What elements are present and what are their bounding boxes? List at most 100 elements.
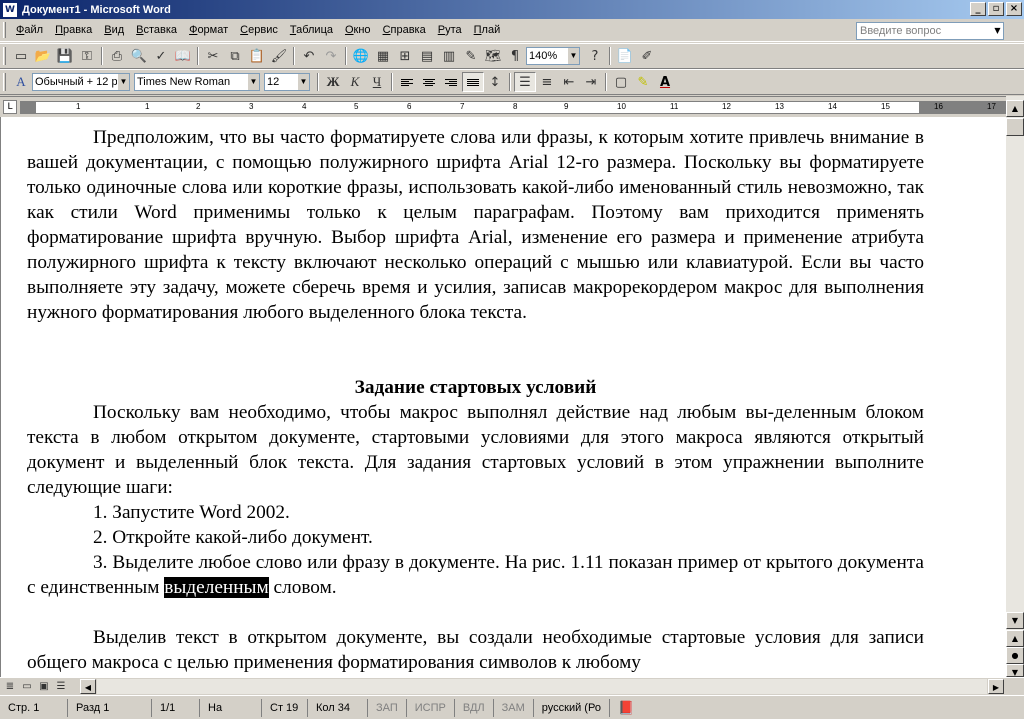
chevron-down-icon[interactable]: ▼ — [992, 23, 1003, 39]
align-center-icon[interactable] — [418, 72, 440, 92]
list-item[interactable]: 2. Откройте какой-либо документ. — [27, 525, 924, 550]
scroll-up-icon[interactable]: ▲ — [1006, 100, 1024, 117]
italic-button[interactable]: К — [344, 72, 366, 92]
menu-tools[interactable]: Сервис — [234, 22, 284, 38]
toolbar-options-icon[interactable]: ✐ — [636, 46, 658, 66]
menu-table[interactable]: Таблица — [284, 22, 339, 38]
status-extend[interactable]: ВДЛ — [455, 698, 494, 717]
tables-borders-icon[interactable]: ▦ — [372, 46, 394, 66]
chevron-down-icon[interactable]: ▼ — [297, 74, 309, 90]
menu-file[interactable]: Файл — [10, 22, 49, 38]
help-question-input[interactable]: Введите вопрос — [856, 22, 1004, 40]
print-layout-icon[interactable]: ▣ — [36, 679, 52, 693]
font-size-select[interactable]: 12 ▼ — [264, 73, 310, 91]
decrease-indent-icon[interactable]: ⇤ — [558, 72, 580, 92]
help-icon[interactable]: ? — [584, 46, 606, 66]
align-right-icon[interactable] — [440, 72, 462, 92]
paste-icon[interactable]: 📋 — [246, 46, 268, 66]
status-track[interactable]: ИСПР — [407, 698, 455, 717]
numbering-icon[interactable]: ☰ — [514, 72, 536, 92]
redo-icon[interactable]: ↷ — [320, 46, 342, 66]
menu-insert[interactable]: Вставка — [130, 22, 183, 38]
outline-view-icon[interactable]: ☰ — [53, 679, 69, 693]
spelling-icon[interactable]: ✓ — [150, 46, 172, 66]
print-preview-icon[interactable]: 🔍 — [128, 46, 150, 66]
reviewing-icon[interactable]: 📄 — [614, 46, 636, 66]
research-icon[interactable]: 📖 — [172, 46, 194, 66]
maximize-button[interactable]: ▫ — [988, 2, 1004, 16]
title-bar[interactable]: W Документ1 - Microsoft Word _ ▫ × — [0, 0, 1024, 19]
zoom-select[interactable]: 140% ▼ — [526, 47, 580, 65]
justify-icon[interactable] — [462, 72, 484, 92]
print-icon[interactable]: ⎙ — [106, 46, 128, 66]
align-left-icon[interactable] — [396, 72, 418, 92]
drawing-icon[interactable]: ✎ — [460, 46, 482, 66]
new-document-icon[interactable]: ▭ — [10, 46, 32, 66]
list-item[interactable]: 1. Запустите Word 2002. — [27, 500, 924, 525]
word-app-icon[interactable]: W — [3, 2, 17, 17]
chevron-down-icon[interactable]: ▼ — [247, 74, 259, 90]
browse-object-icon[interactable]: ● — [1006, 647, 1024, 664]
scroll-left-icon[interactable]: ◀ — [80, 679, 96, 694]
show-hide-icon[interactable]: ¶ — [504, 46, 526, 66]
underline-button[interactable]: Ч — [366, 72, 388, 92]
paragraph-2[interactable]: Поскольку вам необходимо, чтобы макрос в… — [27, 400, 924, 500]
styles-pane-icon[interactable]: A — [10, 72, 32, 92]
menu-view[interactable]: Вид — [98, 22, 130, 38]
paragraph-1[interactable]: Предположим, что вы часто форматируете с… — [27, 125, 924, 325]
open-folder-icon[interactable]: 📂 — [32, 46, 54, 66]
font-color-icon[interactable]: A — [654, 72, 676, 92]
menu-edit[interactable]: Правка — [49, 22, 98, 38]
cut-icon[interactable]: ✂ — [202, 46, 224, 66]
line-spacing-icon[interactable]: ↕ — [484, 72, 506, 92]
close-button[interactable]: × — [1006, 2, 1022, 16]
menu-format[interactable]: Формат — [183, 22, 234, 38]
copy-icon[interactable]: ⧉ — [224, 46, 246, 66]
section-heading[interactable]: Задание стартовых условий — [27, 375, 924, 400]
tab-selector[interactable]: L — [3, 100, 17, 114]
insert-table-icon[interactable]: ⊞ — [394, 46, 416, 66]
document-map-icon[interactable]: 🗺 — [482, 46, 504, 66]
menu-help[interactable]: Справка — [377, 22, 432, 38]
scroll-right-icon[interactable]: ▶ — [988, 679, 1004, 694]
borders-icon[interactable]: ▢ — [610, 72, 632, 92]
toolbar-grip[interactable] — [3, 47, 6, 65]
list-item-3[interactable]: 3. Выделите любое слово или фразу в доку… — [27, 550, 924, 600]
paragraph-3[interactable]: Выделив текст в открытом документе, вы с… — [27, 625, 924, 675]
document-area[interactable]: Предположим, что вы часто форматируете с… — [0, 117, 1006, 677]
status-rec[interactable]: ЗАП — [368, 698, 407, 717]
increase-indent-icon[interactable]: ⇥ — [580, 72, 602, 92]
chevron-down-icon[interactable]: ▼ — [567, 48, 579, 64]
bullets-icon[interactable]: ≡ — [536, 72, 558, 92]
horizontal-ruler[interactable]: L 1 1 2 3 4 5 6 7 8 9 10 11 12 13 14 15 … — [0, 96, 1024, 116]
prev-page-icon[interactable]: ▲ — [1006, 630, 1024, 647]
font-select[interactable]: Times New Roman ▼ — [134, 73, 260, 91]
hyperlink-icon[interactable]: 🌐 — [350, 46, 372, 66]
style-select[interactable]: Обычный + 12 р ▼ — [32, 73, 130, 91]
insert-excel-icon[interactable]: ▤ — [416, 46, 438, 66]
scroll-down-icon[interactable]: ▼ — [1006, 612, 1024, 629]
minimize-button[interactable]: _ — [970, 2, 986, 16]
highlight-icon[interactable]: ✎ — [632, 72, 654, 92]
menu-window[interactable]: Окно — [339, 22, 377, 38]
menu-ruta[interactable]: Рута — [432, 22, 468, 38]
columns-icon[interactable]: ▥ — [438, 46, 460, 66]
selected-word[interactable]: выделенным — [164, 577, 269, 598]
horizontal-scrollbar[interactable]: ≣ ▭ ▣ ☰ ◀ ▶ — [0, 677, 1024, 695]
normal-view-icon[interactable]: ≣ — [2, 679, 18, 693]
web-layout-icon[interactable]: ▭ — [19, 679, 35, 693]
spelling-status-icon[interactable]: 📕 — [610, 699, 642, 717]
status-overtype[interactable]: ЗАМ — [494, 698, 534, 717]
vertical-scrollbar[interactable]: ▲ ▼ ▲ ● ▼ — [1006, 96, 1024, 677]
toolbar-grip[interactable] — [3, 73, 6, 91]
chevron-down-icon[interactable]: ▼ — [117, 74, 129, 90]
save-icon[interactable]: 💾 — [54, 46, 76, 66]
scroll-thumb[interactable] — [1006, 118, 1024, 136]
menubar-grip[interactable] — [3, 22, 6, 38]
bold-button[interactable]: Ж — [322, 72, 344, 92]
permission-icon[interactable]: ⚿ — [76, 46, 98, 66]
menu-play[interactable]: Плай — [468, 22, 507, 38]
undo-icon[interactable]: ↶ — [298, 46, 320, 66]
format-painter-icon[interactable]: 🖌 — [268, 46, 290, 66]
next-page-icon[interactable]: ▼ — [1006, 664, 1024, 677]
